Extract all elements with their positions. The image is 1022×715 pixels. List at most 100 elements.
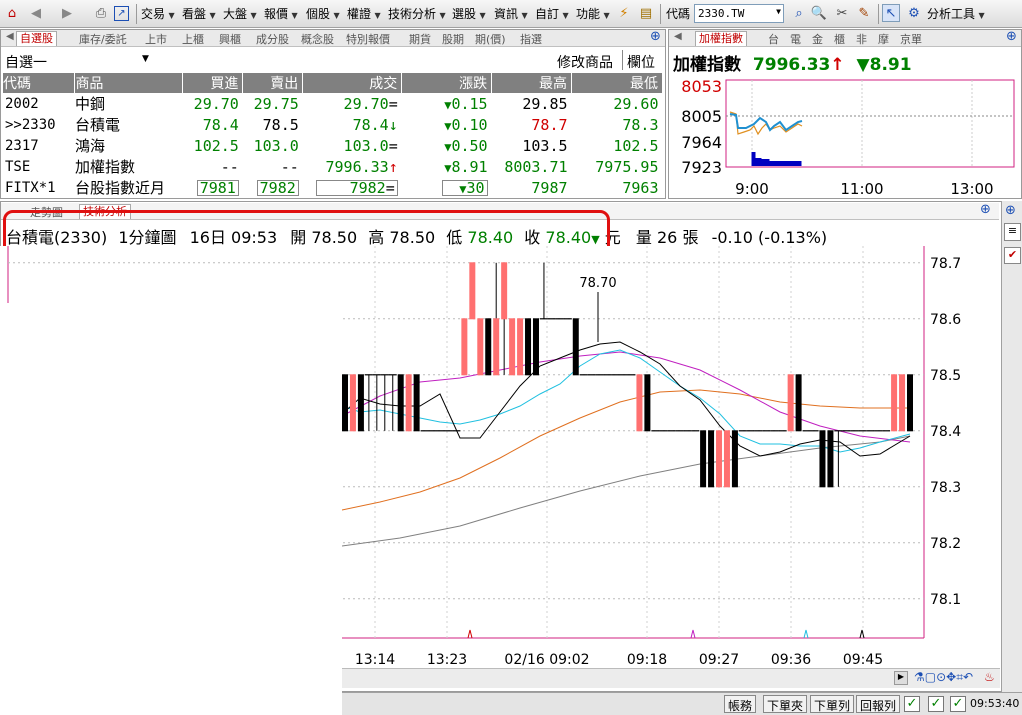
column-header[interactable]: 最高 [491, 73, 573, 93]
toolbar-menu-item[interactable]: 自訂 ▼ [535, 5, 569, 22]
quote-tab[interactable]: 期(價) [472, 31, 509, 46]
table-row[interactable]: FITX*1 台股指數近月 7981 7982 7982= ▼30 7987 7963 [3, 177, 663, 198]
column-header[interactable]: 代碼 [3, 73, 76, 93]
collapse-icon[interactable]: ◀ [671, 31, 685, 46]
lightning-icon[interactable]: ⚡ [615, 4, 633, 22]
quote-tab[interactable]: 概念股 [298, 31, 337, 46]
quote-tab[interactable]: 成分股 [253, 31, 292, 46]
stock-code: TSE [5, 158, 31, 175]
chart-scroll-bar[interactable]: ▶ ⚗▢⊙✥⌗↶ ♨ [342, 668, 1000, 688]
collapse-icon[interactable]: ◀ [3, 31, 17, 46]
index-tab[interactable]: 加權指數 [695, 31, 747, 46]
bid-cell[interactable]: 102.5 [183, 135, 243, 156]
tools-icon[interactable]: ✂ [833, 4, 851, 22]
quote-tab[interactable]: 期貨 [406, 31, 434, 46]
zoom-icon[interactable]: ⊕ [647, 29, 664, 44]
toolbar-menu-item[interactable]: 交易 ▼ [141, 5, 175, 22]
checkbox-icon[interactable]: ✓ [928, 696, 944, 712]
print-icon[interactable]: ⎙ [92, 4, 110, 22]
check-icon[interactable]: ✔ [1004, 247, 1021, 264]
analysis-tools-menu[interactable]: 分析工具 ▼ [927, 5, 985, 22]
zoom-icon[interactable]: ⊕ [1005, 203, 1016, 218]
bid-cell[interactable]: 7981 [183, 177, 243, 198]
checkbox-icon[interactable]: ✓ [904, 696, 920, 712]
zoom-icon[interactable]: ⊕ [977, 202, 994, 217]
side-tab-icon[interactable]: ≡ [1004, 223, 1021, 241]
column-header[interactable]: 買進 [182, 73, 244, 93]
field-button[interactable]: 欄位 [627, 52, 655, 72]
analysis-tools-icon[interactable]: ⚙ [905, 4, 923, 22]
back-icon[interactable]: ◀ [27, 4, 45, 22]
notepad-icon[interactable]: ▤ [637, 4, 655, 22]
quote-tab[interactable]: 上市 [142, 31, 170, 46]
chart-settings-icon[interactable]: ♨ [984, 670, 995, 684]
toolbar-menu-item[interactable]: 權證 ▼ [347, 5, 381, 22]
toolbar-menu-item[interactable]: 資訊 ▼ [494, 5, 528, 22]
quote-tab[interactable]: 自選股 [16, 31, 57, 46]
table-row[interactable]: TSE 加權指數 -- -- 7996.33↑ ▼8.91 8003.71 7975.95 [3, 156, 663, 177]
index-tab[interactable]: 京單 [897, 31, 925, 46]
modify-button[interactable]: 修改商品 [557, 52, 613, 72]
bid-cell[interactable]: 29.70 [183, 93, 243, 114]
bid-cell[interactable]: 78.4 [183, 114, 243, 135]
toolbar-menu-item[interactable]: 報價 ▼ [264, 5, 298, 22]
link-icon[interactable]: ↗ [114, 6, 129, 21]
forward-icon[interactable]: ▶ [58, 4, 76, 22]
quote-tab[interactable]: 上櫃 [179, 31, 207, 46]
scroll-right-icon[interactable]: ▶ [894, 671, 908, 685]
column-header[interactable]: 成交 [302, 73, 403, 93]
toolbar-menu-item[interactable]: 功能 ▼ [576, 5, 610, 22]
ask-cell[interactable]: -- [243, 156, 303, 177]
toolbar-menu-item[interactable]: 大盤 ▼ [223, 5, 257, 22]
table-row[interactable]: 2002 中鋼 29.70 29.75 29.70= ▼0.15 29.85 29.60 [3, 93, 663, 114]
last-cell[interactable]: 103.0= [303, 135, 402, 156]
quote-tab[interactable]: 指選 [517, 31, 545, 46]
candle-body [723, 430, 730, 488]
zoom-icon[interactable]: ⊕ [1003, 29, 1020, 44]
index-tab[interactable]: 電 [787, 31, 804, 46]
last-cell[interactable]: 29.70= [303, 93, 402, 114]
ask-cell[interactable]: 29.75 [243, 93, 303, 114]
last-cell[interactable]: 7982= [303, 177, 402, 198]
last-cell[interactable]: 78.4↓ [303, 114, 402, 135]
group-select[interactable]: 自選一 ▼ [5, 52, 149, 72]
column-header[interactable]: 最低 [571, 73, 663, 93]
report-bar-button[interactable]: 回報列 [856, 695, 901, 713]
quote-tab[interactable]: 庫存/委託 [76, 31, 130, 46]
order-folder-button[interactable]: 下單夾 [763, 695, 808, 713]
toolbar-menu-item[interactable]: 選股 ▼ [452, 5, 486, 22]
column-header[interactable]: 商品 [74, 73, 184, 93]
quote-tab[interactable]: 特別報價 [343, 31, 393, 46]
ask-cell[interactable]: 7982 [243, 177, 303, 198]
toolbar-menu-item[interactable]: 看盤 ▼ [182, 5, 216, 22]
account-button[interactable]: 帳務 [724, 695, 757, 713]
index-tab[interactable]: 非 [853, 31, 870, 46]
index-tab[interactable]: 摩 [875, 31, 892, 46]
cursor-icon[interactable]: ↖ [882, 4, 900, 22]
ask-cell[interactable]: 78.5 [243, 114, 303, 135]
search-icon[interactable]: 🔍 [810, 4, 828, 22]
stamp-icon[interactable]: ✎ [855, 4, 873, 22]
toolbar-menu-item[interactable]: 技術分析 ▼ [388, 5, 446, 22]
index-tab[interactable]: 金 [809, 31, 826, 46]
column-header[interactable]: 漲跌 [401, 73, 493, 93]
column-header[interactable]: 賣出 [242, 73, 304, 93]
order-bar-button[interactable]: 下單列 [810, 695, 855, 713]
table-row[interactable]: >>2330 台積電 78.4 78.5 78.4↓ ▼0.10 78.7 78.3 [3, 114, 663, 135]
ask-cell[interactable]: 103.0 [243, 135, 303, 156]
code-input[interactable]: 2330.TW ▼ [694, 4, 784, 23]
last-cell[interactable]: 7996.33↑ [303, 156, 402, 177]
chevron-down-icon[interactable]: ▼ [776, 7, 781, 16]
chart-tools-icon[interactable]: ⚗▢⊙✥⌗↶ [914, 670, 973, 685]
toolbar-menu-item[interactable]: 個股 ▼ [306, 5, 340, 22]
checkbox-icon[interactable]: ✓ [950, 696, 966, 712]
table-row[interactable]: 2317 鴻海 102.5 103.0 103.0= ▼0.50 103.5 102.5 [3, 135, 663, 156]
bid-cell[interactable]: -- [183, 156, 243, 177]
index-tab[interactable]: 台 [765, 31, 782, 46]
telescope-icon[interactable]: ⌕ [790, 4, 808, 22]
home-icon[interactable]: ⌂ [3, 4, 21, 22]
index-tab[interactable]: 櫃 [831, 31, 848, 46]
quote-tab[interactable]: 興櫃 [216, 31, 244, 46]
quote-tab[interactable]: 股期 [439, 31, 467, 46]
high-value: 78.7 [531, 115, 568, 134]
